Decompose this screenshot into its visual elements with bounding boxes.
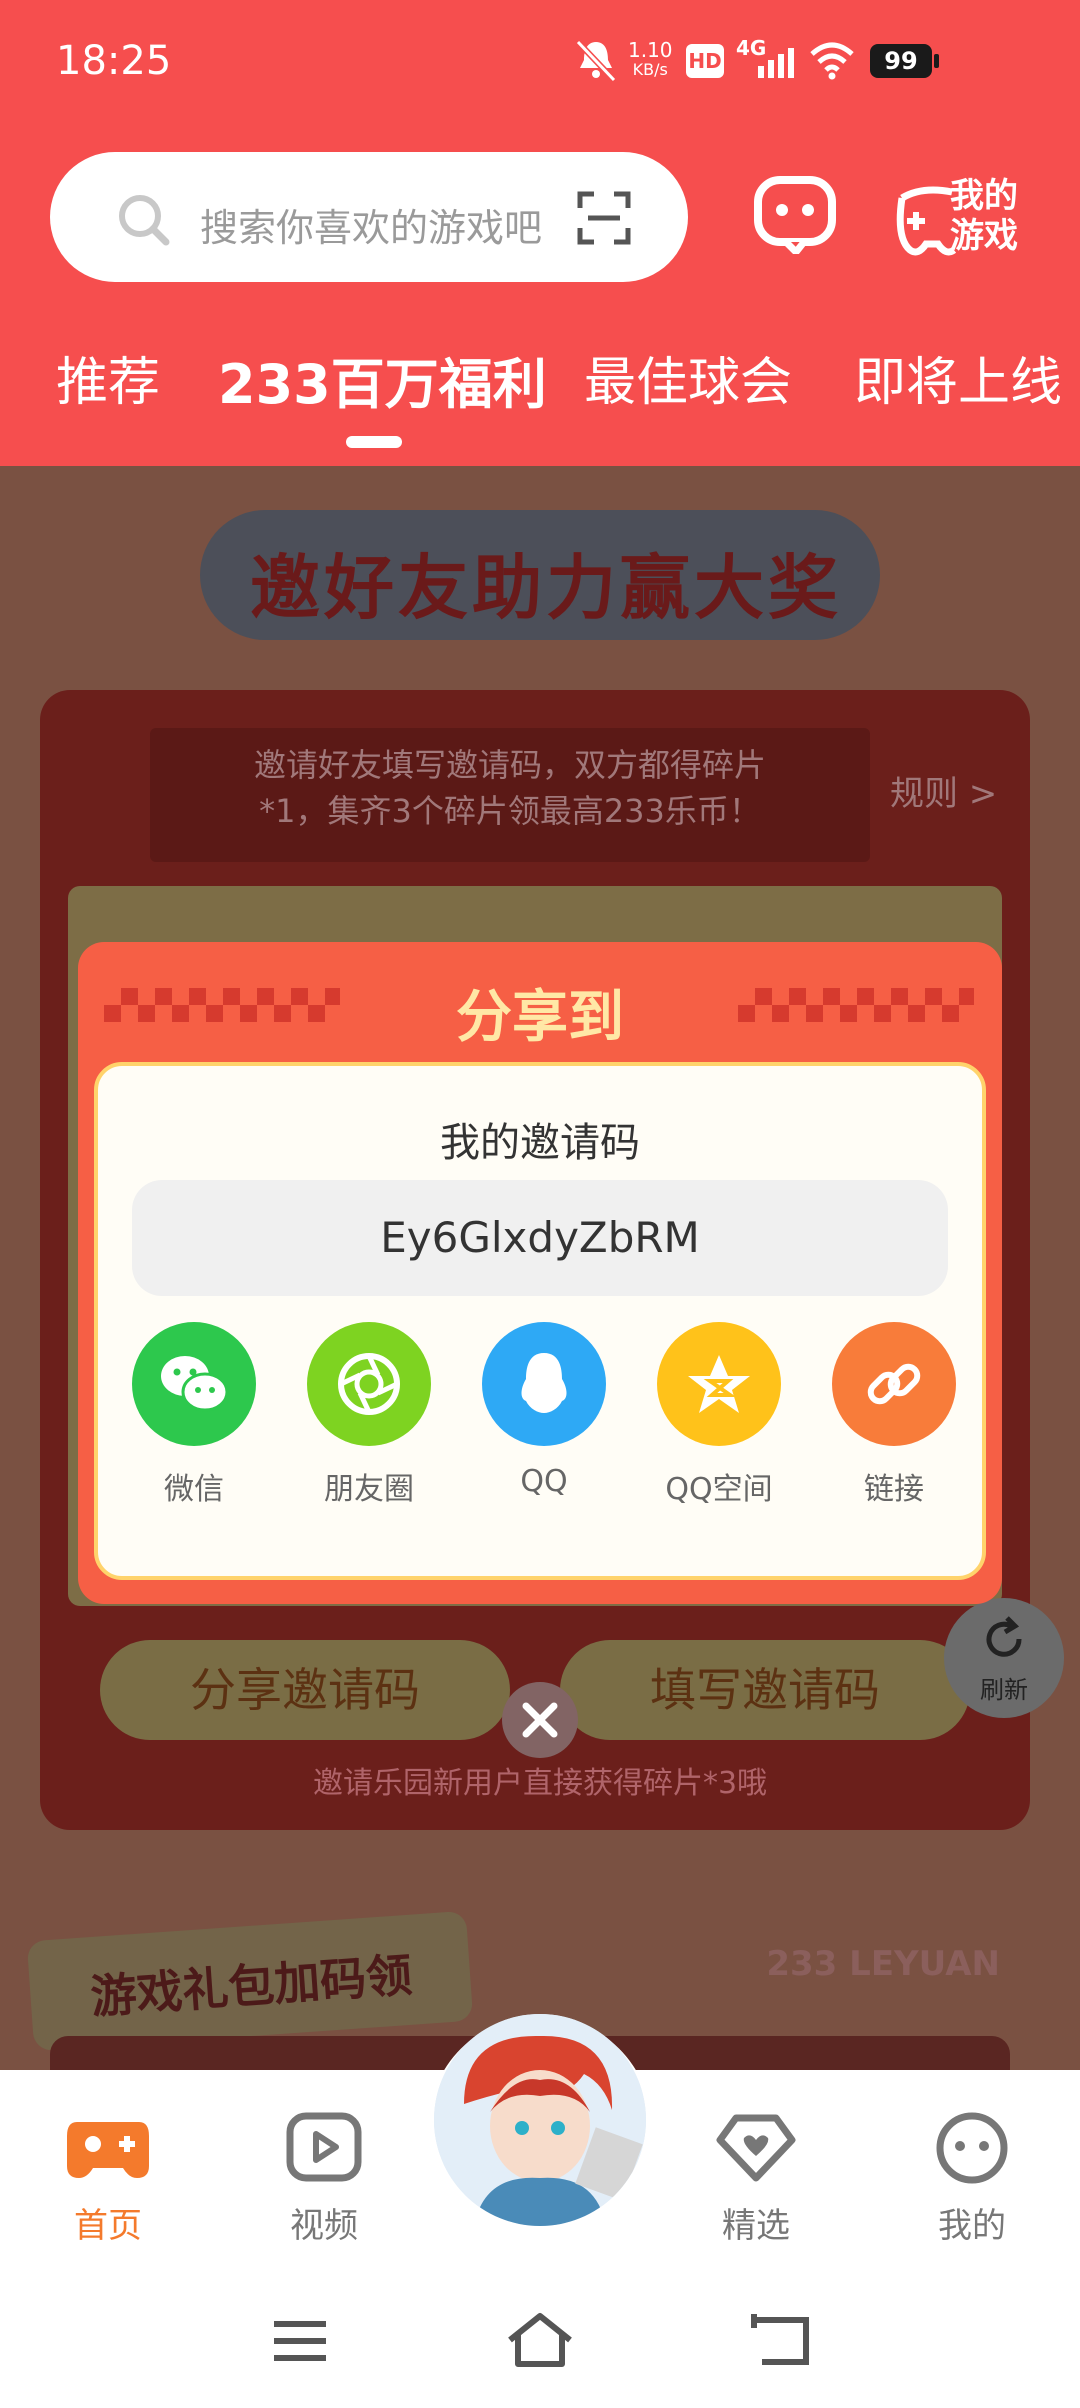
refresh-icon: [986, 1616, 1022, 1657]
system-nav-bar: [0, 2270, 1080, 2408]
share-moments[interactable]: 朋友圈: [307, 1322, 431, 1508]
profile-face-icon: [936, 2112, 1008, 2184]
tab-indicator: [346, 436, 402, 448]
app-header: 18:25 1.10 KB/s HD 4G 99 搜索你喜欢的游戏吧 我的 游戏…: [0, 0, 1080, 466]
battery-tip: [934, 54, 939, 68]
enter-code-button[interactable]: 填写邀请码: [560, 1640, 970, 1740]
share-panel: 我的邀请码 Ey6GlxdyZbRM 微信 朋友圈 QQ QQ空间 链接: [94, 1062, 986, 1580]
nav-video-label: 视频: [290, 2206, 358, 2246]
invite-banner: 邀好友助力赢大奖: [200, 510, 880, 640]
avatar-image: [434, 2014, 646, 2226]
qq-icon: [482, 1322, 606, 1446]
my-games-button[interactable]: 我的 游戏: [892, 168, 1022, 260]
wechat-icon: [132, 1322, 256, 1446]
my-games-label-2: 游戏: [950, 216, 1018, 256]
battery-indicator: 99: [870, 44, 932, 78]
status-time: 18:25: [56, 38, 172, 84]
bottom-nav: 首页 视频 精选 我的: [0, 2014, 1080, 2270]
share-moments-label: 朋友圈: [324, 1472, 414, 1507]
mute-icon: [575, 39, 617, 83]
my-games-label-1: 我的: [950, 176, 1018, 216]
gift-banner: 游戏礼包加码领: [26, 1910, 474, 2052]
status-bar: 18:25 1.10 KB/s HD 4G 99: [0, 28, 1080, 98]
share-wechat[interactable]: 微信: [132, 1322, 256, 1508]
invite-banner-title: 邀好友助力赢大奖: [250, 547, 842, 629]
share-qzone[interactable]: QQ空间: [657, 1322, 781, 1508]
hd-badge: HD: [686, 44, 724, 78]
share-qq[interactable]: QQ: [482, 1322, 606, 1499]
link-icon: [832, 1322, 956, 1446]
share-qzone-label: QQ空间: [665, 1472, 773, 1507]
share-link-label: 链接: [864, 1472, 924, 1507]
net-speed-unit: KB/s: [632, 60, 668, 79]
gift-banner-title: 游戏礼包加码领: [88, 1947, 414, 2025]
nav-featured-label: 精选: [722, 2206, 790, 2246]
share-modal: 分享到 我的邀请码 Ey6GlxdyZbRM 微信 朋友圈 QQ QQ空间 链接: [78, 942, 1002, 1604]
nav-mine-label: 我的: [938, 2206, 1006, 2246]
search-icon: [119, 195, 170, 246]
tab-welfare[interactable]: 233百万福利: [218, 340, 547, 419]
nav-home-label: 首页: [74, 2206, 142, 2246]
share-qq-label: QQ: [520, 1464, 568, 1499]
notice-line-1: 邀请好友填写邀请码，双方都得碎片: [253, 746, 766, 784]
center-avatar[interactable]: [434, 2014, 646, 2226]
brand-label: 233 LEYUAN: [766, 1944, 1000, 1984]
share-wechat-label: 微信: [164, 1472, 224, 1507]
qzone-icon: [657, 1322, 781, 1446]
close-icon: [522, 1702, 558, 1738]
nav-mine[interactable]: 我的: [912, 2112, 1032, 2247]
rules-link[interactable]: 规则 >: [890, 766, 997, 815]
net-speed: 1.10 KB/s: [628, 40, 673, 80]
scan-icon[interactable]: [576, 190, 632, 246]
back-icon[interactable]: [748, 2312, 814, 2368]
net-speed-value: 1.10: [628, 38, 673, 62]
invite-code-value[interactable]: Ey6GlxdyZbRM: [132, 1180, 948, 1296]
tab-coming-soon[interactable]: 即将上线: [854, 340, 1062, 415]
invite-hint: 邀请乐园新用户直接获得碎片*3哦: [312, 1766, 768, 1801]
search-bar[interactable]: 搜索你喜欢的游戏吧: [50, 152, 688, 282]
message-icon[interactable]: [752, 176, 838, 254]
home-game-icon: [67, 2122, 149, 2178]
category-tabs: 推荐 233百万福利 最佳球会 即将上线: [0, 340, 1080, 448]
close-modal-button[interactable]: [502, 1682, 578, 1758]
nav-featured[interactable]: 精选: [696, 2112, 816, 2247]
moments-icon: [307, 1322, 431, 1446]
tab-best-club[interactable]: 最佳球会: [584, 340, 792, 415]
featured-heart-icon: [716, 2114, 796, 2182]
menu-icon[interactable]: [270, 2316, 330, 2366]
signal-icon: 4G: [736, 36, 796, 80]
search-placeholder: 搜索你喜欢的游戏吧: [200, 206, 543, 250]
nav-video[interactable]: 视频: [264, 2112, 384, 2247]
share-link[interactable]: 链接: [832, 1322, 956, 1508]
share-code-button[interactable]: 分享邀请码: [100, 1640, 510, 1740]
video-icon: [286, 2112, 362, 2182]
home-icon[interactable]: [504, 2310, 576, 2370]
notice-line-2: *1，集齐3个碎片领最高233乐币！: [259, 792, 761, 830]
tab-recommend[interactable]: 推荐: [56, 340, 160, 415]
share-modal-title: 分享到: [456, 985, 624, 1050]
invite-code-label: 我的邀请码: [440, 1120, 640, 1166]
invite-notice: 邀请好友填写邀请码，双方都得碎片 *1，集齐3个碎片领最高233乐币！: [150, 728, 870, 862]
nav-home[interactable]: 首页: [48, 2112, 168, 2247]
network-type: 4G: [736, 36, 767, 60]
wifi-icon: [810, 42, 854, 80]
refresh-button[interactable]: 刷新: [944, 1598, 1064, 1718]
refresh-label: 刷新: [980, 1676, 1028, 1704]
